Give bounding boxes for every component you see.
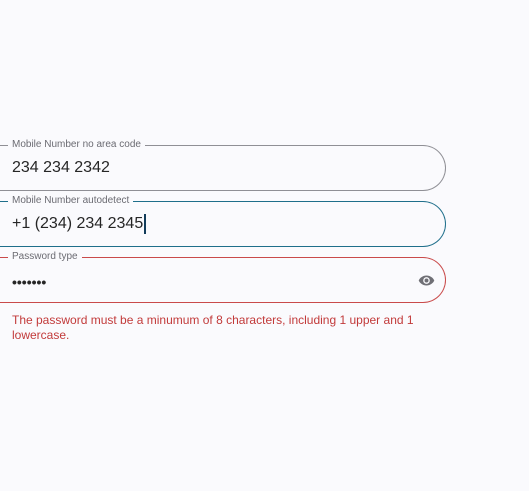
mobile-number-label: Mobile Number no area code <box>8 138 145 152</box>
mobile-number-autodetect-field[interactable]: Mobile Number autodetect +1 (234) 234 23… <box>0 194 446 247</box>
password-error-message: The password must be a minumum of 8 char… <box>12 313 414 342</box>
mobile-number-input[interactable]: 234 234 2342 <box>12 158 110 178</box>
mobile-number-field[interactable]: Mobile Number no area code 234 234 2342 <box>0 138 446 191</box>
password-field[interactable]: Password type ••••••• <box>0 250 446 303</box>
mobile-number-autodetect-input[interactable]: +1 (234) 234 2345 <box>12 214 147 234</box>
text-caret <box>144 214 147 234</box>
password-input[interactable]: ••••••• <box>12 272 46 292</box>
mobile-number-autodetect-value: +1 (234) 234 2345 <box>12 215 144 232</box>
eye-icon[interactable] <box>418 273 435 288</box>
mobile-number-autodetect-label: Mobile Number autodetect <box>8 194 134 208</box>
password-label: Password type <box>8 250 82 264</box>
